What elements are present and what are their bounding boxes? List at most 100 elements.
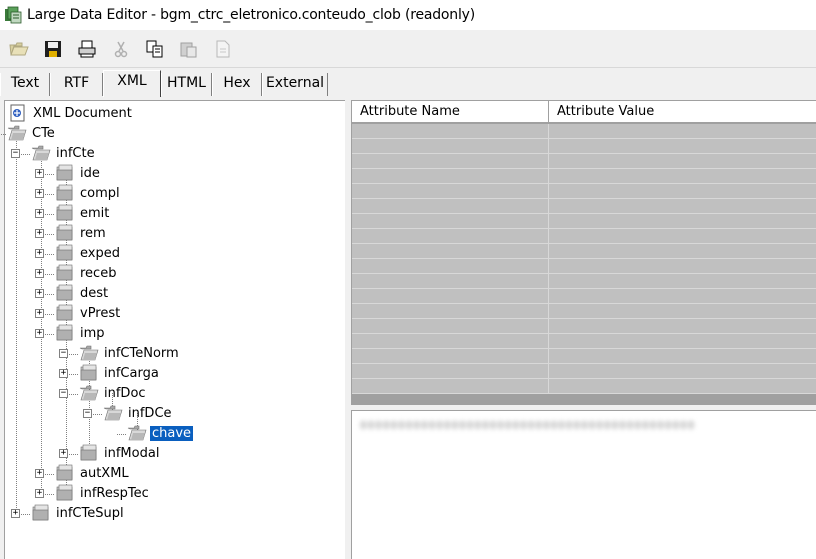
- grid-row[interactable]: [352, 244, 816, 259]
- expand-toggle-infctesupl[interactable]: +: [11, 509, 20, 518]
- grid-row[interactable]: [352, 214, 816, 229]
- grid-row[interactable]: [352, 289, 816, 304]
- grid-cell[interactable]: [352, 304, 549, 319]
- expand-toggle-infmodal[interactable]: +: [59, 449, 68, 458]
- expand-toggle-rem[interactable]: +: [35, 229, 44, 238]
- copy-button[interactable]: [144, 38, 166, 60]
- paste-button[interactable]: [178, 38, 200, 60]
- grid-cell[interactable]: [352, 199, 549, 214]
- tree-node-autxml[interactable]: autXML: [55, 463, 131, 483]
- grid-row[interactable]: [352, 259, 816, 274]
- expand-toggle-infctenorm[interactable]: −: [59, 349, 68, 358]
- grid-cell[interactable]: [352, 229, 549, 244]
- grid-cell[interactable]: [352, 364, 549, 379]
- column-header-attribute-value[interactable]: Attribute Value: [549, 101, 816, 123]
- grid-row[interactable]: [352, 184, 816, 199]
- grid-cell[interactable]: [549, 244, 816, 259]
- grid-row[interactable]: [352, 124, 816, 139]
- tab-external[interactable]: External: [262, 73, 328, 96]
- tree-node-chave[interactable]: chave: [127, 423, 195, 443]
- tree-root[interactable]: XML Document: [8, 103, 134, 123]
- tree-node-dest[interactable]: dest: [55, 283, 110, 303]
- grid-cell[interactable]: [549, 199, 816, 214]
- grid-row[interactable]: [352, 319, 816, 334]
- expand-toggle-ide[interactable]: +: [35, 169, 44, 178]
- grid-row[interactable]: [352, 364, 816, 379]
- tab-text[interactable]: Text: [0, 73, 50, 96]
- grid-cell[interactable]: [549, 229, 816, 244]
- expand-toggle-vprest[interactable]: +: [35, 309, 44, 318]
- grid-row[interactable]: [352, 274, 816, 289]
- tree-node-infcarga[interactable]: infCarga: [79, 363, 161, 383]
- grid-cell[interactable]: [352, 244, 549, 259]
- grid-row[interactable]: [352, 334, 816, 349]
- grid-cell[interactable]: [549, 379, 816, 394]
- expand-toggle-infdoc[interactable]: −: [59, 389, 68, 398]
- grid-cell[interactable]: [549, 154, 816, 169]
- tree-node-vprest[interactable]: vPrest: [55, 303, 122, 323]
- expand-toggle-compl[interactable]: +: [35, 189, 44, 198]
- grid-cell[interactable]: [352, 289, 549, 304]
- tree-node-infctesupl[interactable]: infCTeSupl: [31, 503, 126, 523]
- expand-toggle-autxml[interactable]: +: [35, 469, 44, 478]
- tree-node-emit[interactable]: emit: [55, 203, 111, 223]
- grid-row[interactable]: [352, 139, 816, 154]
- grid-cell[interactable]: [352, 334, 549, 349]
- print-button[interactable]: [76, 38, 98, 60]
- xml-tree[interactable]: XML Document − CTe − infCte + ide + compl + emit +…: [0, 100, 345, 559]
- attributes-grid[interactable]: Attribute Name Attribute Value: [351, 100, 816, 405]
- value-textbox[interactable]: 0000000000000000000000000000000000000000…: [351, 410, 816, 559]
- grid-cell[interactable]: [549, 334, 816, 349]
- tree-node-infdoc[interactable]: infDoc: [79, 383, 148, 403]
- expand-toggle-receb[interactable]: +: [35, 269, 44, 278]
- expand-toggle-infcte[interactable]: −: [11, 149, 20, 158]
- tree-node-rem[interactable]: rem: [55, 223, 108, 243]
- grid-cell[interactable]: [352, 139, 549, 154]
- grid-cell[interactable]: [352, 349, 549, 364]
- tree-node-infctenorm[interactable]: infCTeNorm: [79, 343, 181, 363]
- grid-cell[interactable]: [549, 289, 816, 304]
- grid-cell[interactable]: [352, 319, 549, 334]
- column-header-attribute-name[interactable]: Attribute Name: [352, 101, 549, 123]
- expand-toggle-imp[interactable]: +: [35, 329, 44, 338]
- grid-cell[interactable]: [549, 304, 816, 319]
- tree-node-exped[interactable]: exped: [55, 243, 122, 263]
- grid-cell[interactable]: [352, 169, 549, 184]
- grid-row[interactable]: [352, 199, 816, 214]
- tree-node-imp[interactable]: imp: [55, 323, 107, 343]
- tab-rtf[interactable]: RTF: [50, 73, 103, 96]
- tree-node-infresptec[interactable]: infRespTec: [55, 483, 151, 503]
- grid-cell[interactable]: [549, 124, 816, 139]
- tree-node-cte[interactable]: CTe: [7, 123, 57, 143]
- grid-cell[interactable]: [352, 154, 549, 169]
- tree-node-ide[interactable]: ide: [55, 163, 102, 183]
- tree-node-receb[interactable]: receb: [55, 263, 118, 283]
- expand-toggle-emit[interactable]: +: [35, 209, 44, 218]
- grid-row[interactable]: [352, 304, 816, 319]
- expand-toggle-exped[interactable]: +: [35, 249, 44, 258]
- expand-toggle-infresptec[interactable]: +: [35, 489, 44, 498]
- tree-node-infmodal[interactable]: infModal: [79, 443, 161, 463]
- new-button[interactable]: [212, 38, 234, 60]
- open-button[interactable]: [8, 38, 30, 60]
- grid-cell[interactable]: [549, 259, 816, 274]
- grid-cell[interactable]: [549, 319, 816, 334]
- tree-node-infdce[interactable]: infDCe: [103, 403, 174, 423]
- grid-cell[interactable]: [352, 274, 549, 289]
- expand-toggle-infdce[interactable]: −: [83, 409, 92, 418]
- tab-xml[interactable]: XML: [103, 70, 161, 97]
- grid-cell[interactable]: [549, 184, 816, 199]
- tab-html[interactable]: HTML: [161, 73, 212, 96]
- grid-row[interactable]: [352, 379, 816, 394]
- grid-cell[interactable]: [549, 139, 816, 154]
- grid-row[interactable]: [352, 229, 816, 244]
- grid-cell[interactable]: [549, 214, 816, 229]
- tab-hex[interactable]: Hex: [212, 73, 262, 96]
- save-button[interactable]: [42, 38, 64, 60]
- expand-toggle-infcarga[interactable]: +: [59, 369, 68, 378]
- expand-toggle-dest[interactable]: +: [35, 289, 44, 298]
- grid-row[interactable]: [352, 154, 816, 169]
- grid-cell[interactable]: [352, 379, 549, 394]
- tree-node-infcte[interactable]: infCte: [31, 143, 97, 163]
- grid-row[interactable]: [352, 169, 816, 184]
